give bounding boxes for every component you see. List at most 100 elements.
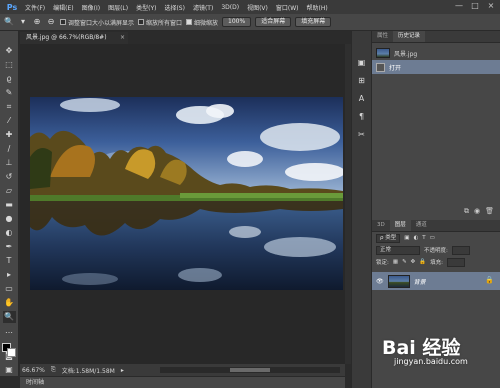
menu-edit[interactable]: 编辑(E) bbox=[49, 3, 77, 12]
more-tools-icon[interactable]: … bbox=[3, 325, 16, 337]
menu-image[interactable]: 图像(I) bbox=[78, 3, 104, 12]
lock-all-icon[interactable]: 🔒 bbox=[419, 259, 426, 265]
menu-select[interactable]: 选择(S) bbox=[160, 3, 189, 12]
eraser-tool-icon[interactable]: ▱ bbox=[3, 185, 16, 197]
blend-mode-select[interactable]: 正常 bbox=[376, 245, 420, 255]
history-panel-footer: ⧉ ◉ 🗑 bbox=[372, 206, 500, 216]
menu-filter[interactable]: 滤镜(T) bbox=[189, 3, 217, 12]
zoom-100-button[interactable]: 100% bbox=[222, 17, 252, 27]
minimize-button[interactable]: — bbox=[454, 1, 464, 11]
filter-adjust-icon[interactable]: ◐ bbox=[413, 235, 418, 241]
tools-panel: ✥ ⬚ ϱ ✎ ⌗ ⁄ ✚ ∕ ⊥ ↺ ▱ ▬ ● ◐ ✒ T ▸ ▭ ✋ 🔍 … bbox=[0, 31, 19, 376]
history-item-open[interactable]: 打开 bbox=[372, 60, 500, 74]
healing-brush-icon[interactable]: ✚ bbox=[3, 129, 16, 141]
camera-icon[interactable]: ◉ bbox=[474, 207, 480, 215]
marquee-tool-icon[interactable]: ⬚ bbox=[3, 59, 16, 71]
fill-field[interactable] bbox=[447, 257, 465, 267]
photoshop-logo: Ps bbox=[6, 2, 18, 12]
tab-properties[interactable]: 属性 bbox=[372, 31, 393, 42]
zoom-out-icon[interactable]: ⊖ bbox=[46, 17, 56, 27]
history-list-space bbox=[372, 74, 500, 206]
fit-screen-button[interactable]: 适合屏幕 bbox=[255, 17, 292, 27]
document-tab-title: 风景.jpg @ 66.7%(RGB/8#) bbox=[26, 34, 107, 41]
pen-tool-icon[interactable]: ✒ bbox=[3, 241, 16, 253]
gradient-tool-icon[interactable]: ▬ bbox=[3, 199, 16, 211]
menu-layer[interactable]: 图层(L) bbox=[104, 3, 132, 12]
horizontal-scroll-thumb[interactable] bbox=[230, 368, 270, 372]
tab-3d[interactable]: 3D bbox=[372, 220, 390, 231]
share-icon[interactable]: ⎘ bbox=[51, 366, 56, 374]
opacity-field[interactable] bbox=[451, 245, 470, 255]
quick-select-tool-icon[interactable]: ✎ bbox=[3, 87, 16, 99]
menu-3d[interactable]: 3D(D) bbox=[217, 4, 243, 11]
zoom-all-checkbox[interactable] bbox=[138, 19, 145, 25]
lasso-tool-icon[interactable]: ϱ bbox=[3, 73, 16, 85]
eyedropper-tool-icon[interactable]: ⁄ bbox=[3, 115, 16, 127]
blur-tool-icon[interactable]: ● bbox=[3, 213, 16, 225]
status-menu-arrow[interactable]: ▸ bbox=[121, 367, 124, 374]
menu-window[interactable]: 窗口(W) bbox=[272, 3, 303, 12]
move-tool-icon[interactable]: ✥ bbox=[3, 45, 16, 57]
screen-mode-icon[interactable]: ▣ bbox=[3, 364, 16, 376]
menu-file[interactable]: 文件(F) bbox=[21, 3, 49, 12]
dodge-tool-icon[interactable]: ◐ bbox=[3, 227, 16, 239]
history-icon[interactable]: ⊞ bbox=[355, 75, 368, 87]
fill-screen-button[interactable]: 填充屏幕 bbox=[295, 17, 332, 27]
layer-name[interactable]: 背景 bbox=[414, 277, 426, 286]
type-tool-icon[interactable]: T bbox=[3, 255, 16, 267]
maximize-button[interactable]: □ bbox=[470, 1, 480, 11]
clone-stamp-icon[interactable]: ⊥ bbox=[3, 157, 16, 169]
tab-channels[interactable]: 通道 bbox=[411, 220, 432, 231]
scrubby-zoom-checkbox[interactable] bbox=[186, 19, 193, 25]
menu-help[interactable]: 帮助(H) bbox=[303, 3, 332, 12]
history-snapshot[interactable]: 风景.jpg bbox=[372, 46, 500, 60]
resize-windows-checkbox[interactable] bbox=[60, 19, 66, 25]
document-tab[interactable]: 风景.jpg @ 66.7%(RGB/8#) × bbox=[20, 32, 128, 44]
tab-layers[interactable]: 图层 bbox=[389, 220, 411, 231]
close-window-button[interactable]: × bbox=[486, 1, 496, 11]
chevron-down-icon[interactable]: ▾ bbox=[18, 17, 28, 27]
properties-icon[interactable]: ▣ bbox=[355, 57, 368, 69]
layer-lock-icon: 🔒 bbox=[485, 276, 494, 284]
snapshot-thumbnail bbox=[376, 48, 390, 58]
filter-pixel-icon[interactable]: ▣ bbox=[404, 235, 409, 241]
paragraph-icon[interactable]: ¶ bbox=[355, 111, 368, 123]
options-bar: 🔍 ▾ ⊕ ⊖ 调整窗口大小以满屏显示 缩放所有窗口 细微缩放 100% 适合屏… bbox=[0, 14, 500, 31]
filter-type-icon[interactable]: T bbox=[422, 235, 425, 241]
layer-kind-filter[interactable]: ρ 类型 bbox=[376, 233, 401, 243]
color-swatches[interactable] bbox=[2, 343, 16, 357]
shape-tool-icon[interactable]: ▭ bbox=[3, 283, 16, 295]
tab-history[interactable]: 历史记录 bbox=[393, 31, 426, 42]
character-icon[interactable]: A bbox=[355, 93, 368, 105]
scrubby-zoom-option[interactable]: 细微缩放 bbox=[186, 18, 218, 27]
menu-type[interactable]: 类型(Y) bbox=[132, 3, 160, 12]
menu-view[interactable]: 视图(V) bbox=[243, 3, 272, 12]
crop-tool-icon[interactable]: ⌗ bbox=[3, 101, 16, 113]
zoom-in-icon[interactable]: ⊕ bbox=[32, 17, 42, 27]
background-color-swatch[interactable] bbox=[7, 348, 16, 357]
path-select-icon[interactable]: ▸ bbox=[3, 269, 16, 281]
lock-transparent-icon[interactable]: ▦ bbox=[393, 259, 398, 265]
landscape-photo[interactable] bbox=[30, 97, 343, 290]
close-document-icon[interactable]: × bbox=[120, 32, 125, 44]
lock-pixels-icon[interactable]: ✎ bbox=[402, 259, 407, 265]
hand-tool-icon[interactable]: ✋ bbox=[3, 297, 16, 309]
zoom-tool-icon[interactable]: 🔍 bbox=[4, 17, 14, 27]
zoom-level[interactable]: 66.67% bbox=[22, 367, 45, 374]
filter-shape-icon[interactable]: ▭ bbox=[430, 235, 435, 241]
history-brush-icon[interactable]: ↺ bbox=[3, 171, 16, 183]
timeline-tab[interactable]: 时间轴 bbox=[20, 376, 345, 388]
zoom-tool-icon[interactable]: 🔍 bbox=[2, 311, 16, 323]
brush-tool-icon[interactable]: ∕ bbox=[3, 143, 16, 155]
layer-row-background[interactable]: 👁 背景 🔒 bbox=[372, 272, 500, 290]
status-bar: 66.67% ⎘ 文档:1.58M/1.58M ▸ bbox=[20, 364, 345, 376]
zoom-all-option[interactable]: 缩放所有窗口 bbox=[138, 18, 182, 27]
layer-thumbnail bbox=[387, 274, 410, 288]
trash-icon[interactable]: 🗑 bbox=[485, 207, 494, 215]
visibility-eye-icon[interactable]: 👁 bbox=[376, 278, 384, 285]
lock-position-icon[interactable]: ✥ bbox=[411, 259, 416, 265]
tools-preset-icon[interactable]: ✂ bbox=[355, 129, 368, 141]
new-document-from-state-icon[interactable]: ⧉ bbox=[464, 207, 469, 216]
horizontal-scrollbar[interactable] bbox=[160, 367, 340, 373]
resize-windows-option[interactable]: 调整窗口大小以满屏显示 bbox=[60, 18, 134, 27]
